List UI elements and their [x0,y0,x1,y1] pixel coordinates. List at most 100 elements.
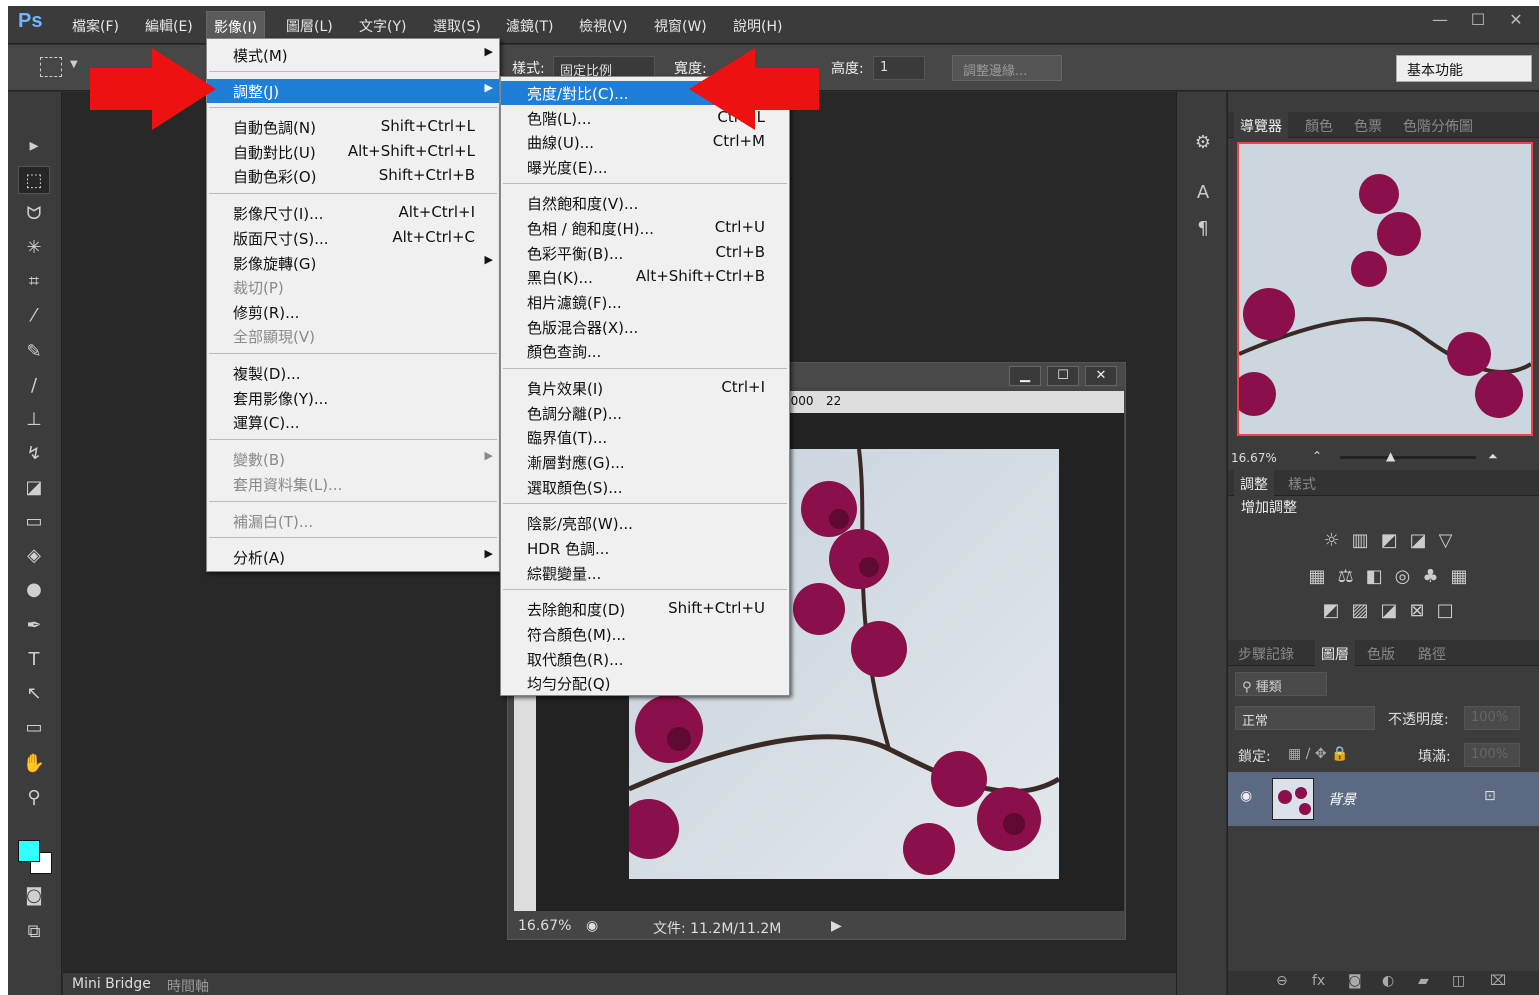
move-tool-icon[interactable]: ▸ [18,132,50,160]
layer-name[interactable]: 背景 [1328,789,1356,809]
menu-item-crop[interactable]: 裁切(P) [207,275,499,299]
threshold-icon[interactable]: ◪ [1380,600,1397,621]
menu-item-replace-color[interactable]: 取代顏色(R)... [501,647,789,671]
tab-mini-bridge[interactable]: Mini Bridge [72,976,151,992]
type-tool-icon[interactable]: T [18,646,50,674]
eraser-tool-icon[interactable]: ◪ [18,474,50,502]
menu-item-auto-contrast[interactable]: 自動對比(U) Alt+Shift+Ctrl+L [207,140,499,164]
tab-navigator[interactable]: 導覽器 [1234,112,1288,140]
menu-item-threshold[interactable]: 臨界值(T)... [501,425,789,449]
menu-item-mode[interactable]: 模式(M) ▶ [207,43,499,67]
trash-icon[interactable]: ⌧ [1490,973,1506,989]
navigator-preview[interactable] [1237,142,1533,436]
black-white-icon[interactable]: ◧ [1366,566,1383,587]
menu-item-apply-data-set[interactable]: 套用資料集(L)... [207,472,499,496]
pen-tool-icon[interactable]: ✒ [18,612,50,640]
screen-mode-icon[interactable]: ⧉ [18,918,50,946]
menu-item-match-color[interactable]: 符合顏色(M)... [501,622,789,646]
visibility-eye-icon[interactable]: ◉ [1240,788,1252,804]
zoom-in-icon[interactable]: ⏶ [1488,449,1498,464]
zoom-tool-icon[interactable]: ⚲ [18,784,50,812]
doc-minimize-icon[interactable]: ▁ [1009,366,1041,386]
navigator-zoom-value[interactable]: 16.67% [1231,451,1277,465]
menu-file[interactable]: 檔案(F) [68,14,123,38]
height-input[interactable]: 1 [873,56,925,80]
menu-item-hdr-toning[interactable]: HDR 色調... [501,536,789,560]
menu-item-posterize[interactable]: 色調分離(P)... [501,401,789,425]
status-arrow-icon[interactable]: ▶ [831,918,842,934]
menu-item-invert[interactable]: 負片效果(I) Ctrl+I [501,376,789,400]
minimize-icon[interactable]: — [1427,10,1453,29]
menu-item-image-rotation[interactable]: 影像旋轉(G) ▶ [207,251,499,275]
eyedropper-tool-icon[interactable]: ⁄ [18,302,50,330]
menu-item-vibrance[interactable]: 自然飽和度(V)... [501,191,789,215]
path-select-tool-icon[interactable]: ↖ [18,680,50,708]
adjustment-layer-icon[interactable]: ◐ [1382,973,1394,989]
menu-item-auto-color[interactable]: 自動色彩(O) Shift+Ctrl+B [207,164,499,188]
tab-paths[interactable]: 路徑 [1418,644,1446,664]
doc-maximize-icon[interactable]: ☐ [1047,366,1079,386]
maximize-icon[interactable]: ☐ [1465,10,1491,29]
tab-channels[interactable]: 色版 [1367,644,1395,664]
menu-item-trap[interactable]: 補漏白(T)... [207,509,499,533]
tab-timeline[interactable]: 時間軸 [167,976,209,995]
workspace-select[interactable]: 基本功能 [1396,55,1532,82]
hue-saturation-icon[interactable]: ▦ [1308,566,1325,587]
menu-item-exposure[interactable]: 曝光度(E)... [501,155,789,179]
photo-filter-icon[interactable]: ◎ [1395,566,1411,587]
opacity-input[interactable]: 100% [1464,706,1520,730]
menu-item-color-lookup[interactable]: 顏色查詢... [501,339,789,363]
menu-item-shadows-highlights[interactable]: 陰影/亮部(W)... [501,511,789,535]
paragraph-icon[interactable]: ¶ [1191,218,1215,242]
menu-type[interactable]: 文字(Y) [355,14,410,38]
exposure-icon[interactable]: ◪ [1410,530,1427,551]
add-mask-icon[interactable]: ◙ [1348,973,1362,989]
menu-item-trim[interactable]: 修剪(R)... [207,300,499,324]
menu-window[interactable]: 視窗(W) [650,14,711,38]
tab-color[interactable]: 顏色 [1305,116,1333,136]
character-icon[interactable]: A [1191,182,1215,206]
shape-tool-icon[interactable]: ▭ [18,714,50,742]
zoom-slider-handle-icon[interactable]: ▲ [1386,449,1395,463]
blur-tool-icon[interactable]: ◈ [18,542,50,570]
menu-item-channel-mixer[interactable]: 色版混合器(X)... [501,315,789,339]
lock-icons[interactable]: ▦ ∕ ✥ 🔒 [1288,746,1348,762]
selective-color-icon[interactable]: □ [1437,600,1454,621]
rect-marquee-tool-icon[interactable]: ⬚ [18,166,50,194]
healing-brush-tool-icon[interactable]: ✎ [18,338,50,366]
tab-styles[interactable]: 樣式 [1288,474,1316,494]
hand-tool-icon[interactable]: ✋ [18,750,50,778]
link-layers-icon[interactable]: ⊖ [1276,973,1288,989]
status-info-icon[interactable]: ◉ [586,918,598,934]
menu-item-apply-image[interactable]: 套用影像(Y)... [207,386,499,410]
menu-item-variables[interactable]: 變數(B) ▶ [207,447,499,471]
color-lookup-icon[interactable]: ▦ [1451,566,1468,587]
menu-edit[interactable]: 編輯(E) [141,14,197,38]
menu-item-color-balance[interactable]: 色彩平衡(B)... Ctrl+B [501,241,789,265]
foreground-color-swatch[interactable] [18,840,40,862]
menu-view[interactable]: 檢視(V) [575,14,632,38]
menu-item-variations[interactable]: 綜觀變量... [501,561,789,585]
magic-wand-tool-icon[interactable]: ✳ [18,234,50,262]
zoom-out-icon[interactable]: ⌃ [1312,449,1322,463]
vibrance-icon[interactable]: ▽ [1439,530,1453,551]
menu-item-black-white[interactable]: 黑白(K)... Alt+Shift+Ctrl+B [501,265,789,289]
tab-histogram[interactable]: 色階分佈圖 [1403,116,1473,136]
brightness-icon[interactable]: ☼ [1323,530,1339,551]
menu-item-selective-color[interactable]: 選取顏色(S)... [501,475,789,499]
invert-icon[interactable]: ◩ [1322,600,1339,621]
dodge-tool-icon[interactable]: ● [18,576,50,604]
stamp-tool-icon[interactable]: ⊥ [18,406,50,434]
zoom-level[interactable]: 16.67% [518,918,571,934]
doc-close-icon[interactable]: ✕ [1085,366,1117,386]
menu-item-canvas-size[interactable]: 版面尺寸(S)... Alt+Ctrl+C [207,226,499,250]
tab-history[interactable]: 步驟記錄 [1238,644,1294,664]
menu-item-hue-saturation[interactable]: 色相 / 飽和度(H)... Ctrl+U [501,216,789,240]
quick-mask-icon[interactable]: ◙ [18,882,50,910]
history-brush-tool-icon[interactable]: ↯ [18,440,50,468]
chevron-down-icon[interactable]: ▼ [70,59,78,70]
new-group-icon[interactable]: ▰ [1418,973,1429,989]
refine-edge-button[interactable]: 調整邊緣... [952,55,1062,81]
levels-icon[interactable]: ▥ [1352,530,1369,551]
menu-item-duplicate[interactable]: 複製(D)... [207,361,499,385]
